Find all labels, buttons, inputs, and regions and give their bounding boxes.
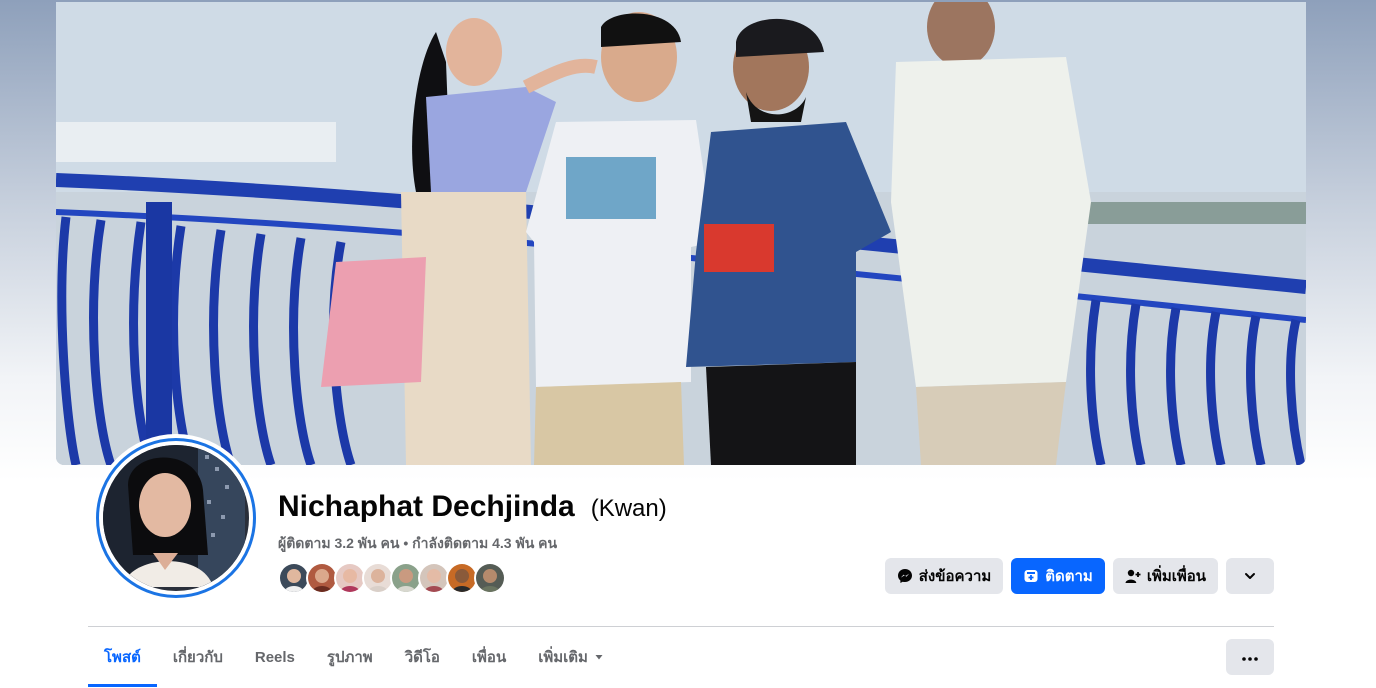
messenger-icon	[897, 568, 913, 584]
tab-photos-label: รูปภาพ	[326, 649, 373, 666]
tab-reels-label: Reels	[254, 648, 295, 666]
profile-avatar[interactable]	[92, 434, 260, 602]
follow-icon	[1023, 568, 1039, 584]
tab-reels[interactable]: Reels	[239, 627, 311, 687]
tab-posts[interactable]: โพสต์	[88, 627, 157, 687]
avatar-image	[103, 445, 249, 591]
tabs-overflow-button[interactable]	[1226, 639, 1274, 675]
tab-videos[interactable]: วิดีโอ	[389, 627, 456, 687]
follower-stats[interactable]: ผู้ติดตาม 3.2 พัน คน • กำลังติดตาม 4.3 พ…	[278, 533, 557, 555]
cover-photo-illustration	[56, 2, 1306, 465]
add-friend-icon	[1125, 568, 1141, 584]
friends-preview[interactable]	[278, 562, 506, 594]
more-dots-icon	[1242, 648, 1258, 666]
tab-friends-label: เพื่อน	[471, 649, 507, 666]
add-friend-button-label: เพิ่มเพื่อน	[1146, 568, 1206, 585]
message-button-label: ส่งข้อความ	[918, 568, 992, 585]
profile-name-row: Nichaphat Dechjinda (Kwan)	[278, 490, 667, 524]
profile-actions: ส่งข้อความ ติดตาม เพิ่มเพื่อน	[884, 558, 1274, 594]
tab-posts-label: โพสต์	[104, 649, 141, 666]
tab-friends[interactable]: เพื่อน	[456, 627, 522, 687]
cover-photo[interactable]	[56, 2, 1306, 465]
profile-tabs: โพสต์ เกี่ยวกับ Reels รูปภาพ วิดีโอ เพื่…	[88, 627, 620, 688]
message-button[interactable]: ส่งข้อความ	[884, 558, 1004, 594]
friend-avatar[interactable]	[474, 562, 506, 594]
more-actions-button[interactable]	[1226, 558, 1274, 594]
chevron-down-icon	[1242, 568, 1258, 584]
tab-videos-label: วิดีโอ	[404, 649, 440, 666]
profile-alt-name: (Kwan)	[590, 495, 667, 522]
caret-down-icon	[594, 649, 604, 666]
follow-button-label: ติดตาม	[1045, 568, 1093, 585]
avatar-story-ring	[96, 438, 256, 598]
follow-button[interactable]: ติดตาม	[1011, 558, 1105, 594]
add-friend-button[interactable]: เพิ่มเพื่อน	[1112, 558, 1218, 594]
tab-about[interactable]: เกี่ยวกับ	[157, 627, 239, 687]
tab-about-label: เกี่ยวกับ	[172, 649, 223, 666]
profile-name: Nichaphat Dechjinda	[278, 490, 575, 523]
tab-photos[interactable]: รูปภาพ	[311, 627, 389, 687]
tab-more[interactable]: เพิ่มเติม	[522, 627, 620, 687]
tab-more-label: เพิ่มเติม	[538, 649, 588, 666]
